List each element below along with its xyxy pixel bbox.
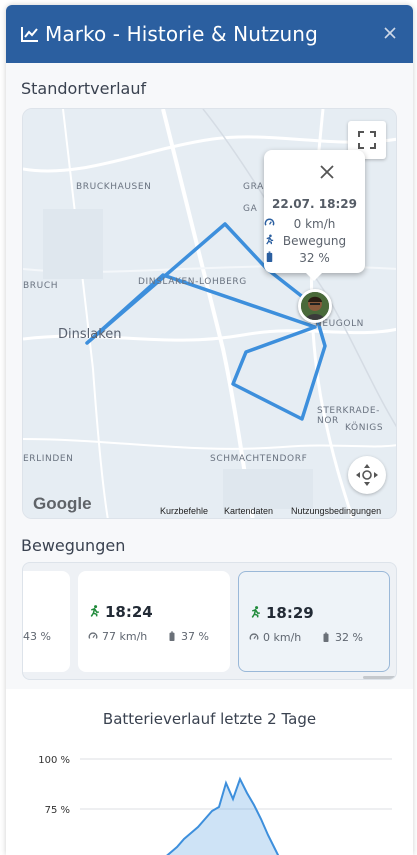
running-icon	[266, 234, 274, 245]
avatar-image	[301, 292, 329, 320]
recenter-icon	[356, 464, 378, 486]
battery-chart-card: Batterieverlauf letzte 2 Tage 100 %75 %5…	[6, 689, 413, 855]
running-icon	[90, 605, 99, 617]
popup-time: 22.07. 18:29	[272, 197, 357, 211]
popup-state-value: Bewegung	[282, 234, 347, 248]
movement-battery: 43 %	[23, 630, 51, 643]
map-label: GA	[243, 204, 258, 214]
movement-battery-value: 37 %	[181, 630, 209, 643]
movement-battery: 37 %	[167, 630, 209, 643]
battery-chart: 100 %75 %50 %	[38, 755, 392, 855]
popup-speed: 0 km/h	[264, 217, 365, 231]
location-popup: 22.07. 18:29 0 km/h Bewegung 32 %	[264, 150, 365, 281]
movement-card-selected[interactable]: 18:29 0 km/h 32 %	[238, 571, 390, 672]
map-label: KÖNIGS	[345, 423, 384, 433]
movement-speed: 0 km/h	[249, 631, 301, 644]
map-city-label: Dinslaken	[58, 327, 122, 342]
y-tick-label: 100 %	[38, 755, 70, 766]
map-footer-terms[interactable]: Nutzungsbedingungen	[291, 506, 381, 516]
movement-card[interactable]: 18:24 77 km/h 37 %	[78, 571, 230, 672]
movement-battery: 32 %	[321, 631, 363, 644]
chart-line-icon	[21, 27, 38, 42]
map-label: SCHMACHTENDORF	[210, 454, 308, 464]
horizontal-scrollbar[interactable]	[363, 676, 396, 679]
battery-area	[167, 779, 278, 855]
close-icon[interactable]	[320, 165, 334, 179]
speedometer-icon	[88, 632, 98, 639]
movement-time-value: 18:24	[105, 603, 153, 621]
map-label: BRUCH	[23, 281, 59, 291]
battery-icon	[169, 631, 175, 641]
popup-speed-value: 0 km/h	[293, 217, 336, 231]
location-map[interactable]: BRUCKHAUSEN DINSLAKEN-LOHBERG BRUCH GRA …	[22, 108, 397, 519]
speedometer-icon	[249, 633, 259, 640]
modal-title: Marko - Historie & Nutzung	[45, 22, 318, 46]
popup-battery-value: 32 %	[299, 251, 330, 265]
movements-list[interactable]: 43 % 18:24 77 km/h 37 % 18:29 0 km/h 32 …	[22, 562, 397, 680]
speedometer-icon	[264, 218, 275, 226]
running-icon	[251, 606, 260, 618]
movement-time: 18:29	[249, 604, 314, 622]
section-title-location: Standortverlauf	[21, 79, 147, 98]
map-label: DINSLAKEN-LOHBERG	[138, 277, 247, 287]
movement-speed-value: 0 km/h	[263, 631, 302, 644]
avatar[interactable]	[298, 289, 332, 323]
movement-time: 18:24	[88, 603, 153, 621]
history-modal: Marko - Historie & Nutzung Standortverla…	[6, 5, 413, 855]
movement-speed: 77 km/h	[88, 630, 147, 643]
map-footer-mapdata[interactable]: Kartendaten	[224, 506, 273, 516]
google-logo: Google	[33, 494, 92, 513]
movement-time-value: 18:29	[266, 604, 314, 622]
section-title-movements: Bewegungen	[21, 536, 126, 555]
popup-battery: 32 %	[264, 251, 365, 265]
modal-header: Marko - Historie & Nutzung	[6, 5, 413, 63]
close-icon[interactable]	[382, 25, 398, 41]
popup-state: Bewegung	[264, 234, 365, 248]
recenter-button[interactable]	[348, 456, 386, 494]
battery-icon	[323, 632, 329, 642]
map-footer-shortcuts[interactable]: Kurzbefehle	[160, 506, 208, 516]
movement-speed-value: 77 km/h	[102, 630, 148, 643]
movement-battery-value: 32 %	[335, 631, 363, 644]
y-tick-label: 75 %	[45, 805, 70, 816]
map-label: BRUCKHAUSEN	[76, 182, 152, 192]
battery-icon	[266, 251, 273, 262]
map-label: GRA	[243, 182, 264, 192]
map-label: ERLINDEN	[23, 454, 74, 464]
movement-card[interactable]: 43 %	[23, 571, 70, 672]
